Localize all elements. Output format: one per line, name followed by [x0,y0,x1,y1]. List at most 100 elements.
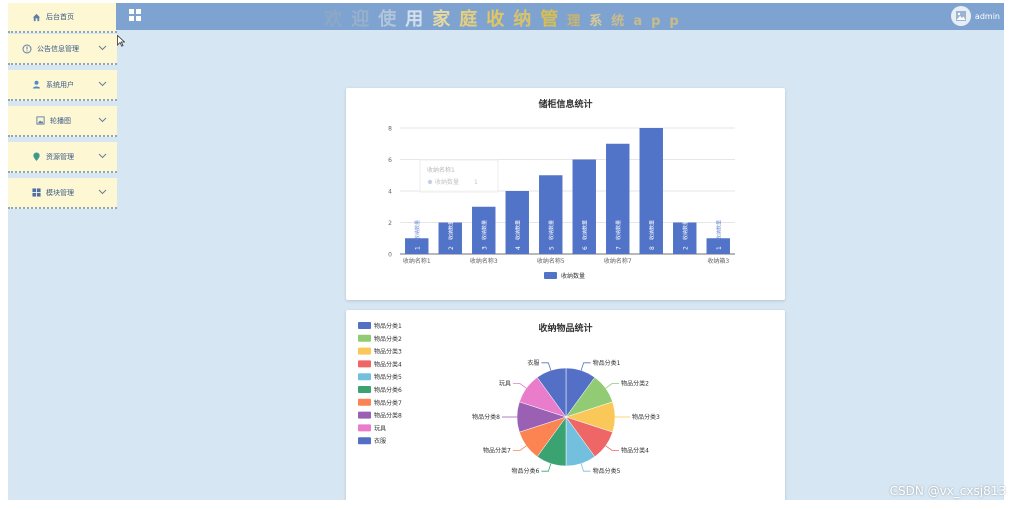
pie-label-line [580,362,591,371]
sidebar-item-label: 轮播图 [50,116,71,125]
sidebar-item-label: 后台首页 [46,13,74,21]
pie-label: 玩具 [499,380,511,387]
watermark: CSDN @vx_cxsj813 [889,484,1006,498]
legend-swatch [358,373,371,381]
bar-value-label: 8 [649,246,656,250]
pie-label-line [512,383,527,389]
bar-series-label: 收纳数量 [548,220,555,240]
chevron-down-icon[interactable] [98,45,107,51]
legend-swatch [358,347,371,355]
legend-label: 物品分类6 [374,386,402,394]
home-icon [30,11,42,23]
tooltip-value: 1 [474,179,478,186]
sidebar-item-notices[interactable]: 公告信息管理 [8,34,117,65]
legend-swatch [358,398,371,406]
sidebar-item-modules[interactable]: 模块管理 [8,178,117,209]
app-window: 后台首页 公告信息管理 系统用户 轮播图 资源管理 模块管理 欢迎使用家庭收纳管… [8,3,1004,500]
avatar-image-icon [955,11,966,21]
legend-swatch [358,360,371,368]
title-char: 迎 [351,9,379,30]
sidebar-item-resources[interactable]: 资源管理 [8,142,117,173]
legend-label: 物品分类3 [374,348,402,356]
x-tick-label: 收纳箱3 [707,257,729,265]
legend-label: 衣服 [374,437,386,445]
legend-swatch [358,424,371,432]
bar-series-label: 收纳数量 [615,220,622,240]
sidebar-item-users[interactable]: 系统用户 [8,70,117,101]
bar-series-label: 收纳数量 [481,220,488,240]
y-tick-label: 0 [388,252,392,259]
title-char: 用 [405,9,433,30]
pie-chart: 物品分类1 物品分类2 物品分类3 物品分类4 物品分类5 物品分类6 物品分类7 物品分类8… [358,322,660,475]
info-circle-icon [21,43,33,55]
x-tick-label: 收纳名称3 [470,257,498,265]
bar [539,175,563,254]
sidebar-item-home[interactable]: 后台首页 [8,3,117,33]
legend-swatch [358,322,371,329]
storage-stats-card: 储柜信息统计 0 2 4 6 8 1 收纳数量 2 收纳数量 3 收纳数量 4 收纳数量 5 收纳数量 6 收纳… [346,88,785,300]
bar-value-label: 7 [615,246,622,250]
chevron-down-icon[interactable] [98,189,107,195]
legend-label: 物品分类2 [374,335,402,343]
chevron-down-icon[interactable] [98,153,107,159]
title-char: 欢 [324,9,352,30]
bar-series-label: 收纳数量 [414,220,421,240]
x-tick-label: 收纳名称1 [403,257,431,265]
title-char: 管 [540,9,568,30]
sidebar-item-carousel[interactable]: 轮播图 [8,106,117,137]
pie-label-line [605,383,620,389]
bar-series-label: 收纳数量 [715,220,722,240]
bar-value-label: 6 [582,246,589,250]
sidebar-item-label: 资源管理 [46,152,74,161]
pie-label-line [541,463,552,472]
title-char: 纳 [513,9,541,30]
title-char: 统 [611,14,634,29]
bar-series-label: 收纳数量 [581,220,588,240]
tooltip-marker [427,179,433,185]
bar-series-label: 收纳数量 [514,220,521,240]
username: admin [974,11,1000,21]
title-char: 庭 [459,9,487,30]
pie-label: 物品分类1 [593,359,621,367]
avatar[interactable] [950,6,971,26]
bar-series-label: 收纳数量 [447,220,454,240]
tooltip-series: 收纳数量 [435,178,459,186]
legend-label: 物品分类7 [374,399,402,407]
bar-value-label: 2 [682,246,689,250]
mouse-cursor-icon [117,35,125,47]
legend-swatch [358,437,371,445]
image-icon [34,115,46,127]
location-pin-icon [30,151,42,163]
y-tick-label: 6 [388,157,392,164]
chevron-down-icon[interactable] [98,81,107,87]
pie-label: 物品分类6 [512,467,540,475]
title-char: 理 [567,14,590,29]
y-tick-label: 4 [388,189,392,196]
pie-label: 物品分类3 [632,413,660,421]
title-char: p [669,14,688,29]
tooltip-box [419,159,499,193]
pie-label: 物品分类2 [621,379,649,387]
bar-value-label: 1 [414,246,421,250]
bar-chart: 0 2 4 6 8 1 收纳数量 2 收纳数量 3 收纳数量 4 收纳数量 5 收纳数量 6 收纳数量 7 收纳数量… [388,126,735,280]
bar-value-label: 5 [548,246,555,250]
x-tick-label: 收纳名称5 [537,257,565,265]
bar-value-label: 2 [448,246,455,250]
grid-icon [30,187,42,199]
tooltip-title: 收纳名称1 [427,166,455,174]
title-char: 收 [486,9,514,30]
legend-label: 物品分类4 [374,360,402,368]
pie-label: 物品分类8 [472,413,500,421]
items-stats-card: 收纳物品统计 物品分类1 物品分类2 物品分类3 物品分类4 物品分类5 物品分类6 物品分… [346,310,785,500]
chevron-down-icon[interactable] [98,117,107,123]
legend-swatch [358,334,371,342]
top-header: 欢迎使用家庭收纳管理系统app admin [116,3,1004,30]
pie-label-line [541,362,552,371]
chart-tooltip: 收纳名称1 收纳数量 1 [419,159,499,193]
bar-value-label: 3 [481,246,488,250]
legend-swatch [544,272,557,279]
legend-label: 收纳数量 [561,272,585,280]
sidebar-item-label: 公告信息管理 [37,44,79,53]
user-menu[interactable]: admin [950,4,1000,28]
legend-label: 玩具 [374,425,386,432]
